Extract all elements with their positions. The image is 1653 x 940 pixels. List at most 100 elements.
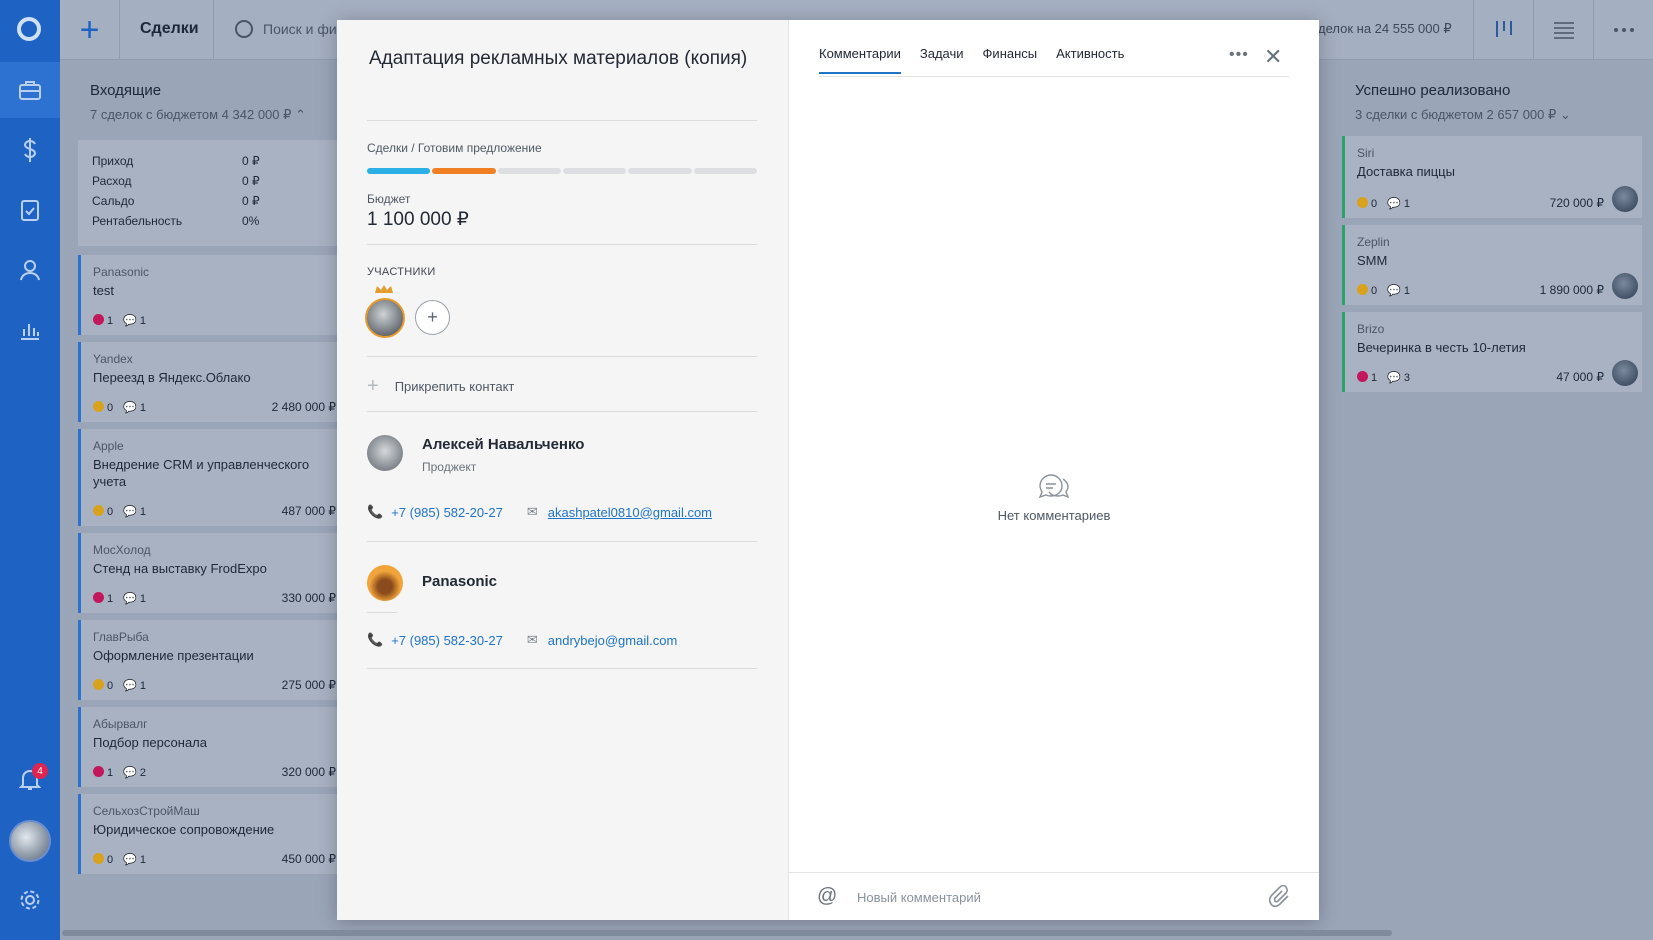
company-email[interactable]: andrybejo@gmail.com: [548, 633, 678, 648]
stage-segment[interactable]: [497, 168, 561, 174]
done-column-subtitle[interactable]: 3 сделки с бюджетом 2 657 000 ₽ ⌄: [1355, 107, 1571, 123]
card-meta: 0 💬 1: [93, 401, 146, 414]
add-participant-button[interactable]: +: [415, 300, 450, 335]
card-company: Абырвалг: [93, 717, 148, 731]
contact-phone[interactable]: +7 (985) 582-20-27: [391, 505, 503, 520]
deal-card[interactable]: ГлавРыба Оформление презентации 0 💬 1 275 00…: [78, 620, 340, 700]
empty-comments: Нет комментариев: [789, 472, 1319, 523]
list-view-icon[interactable]: [1533, 0, 1593, 60]
reports-nav-icon[interactable]: [0, 302, 60, 358]
close-icon[interactable]: ✕: [1264, 44, 1282, 70]
task-status-icon: [93, 505, 104, 516]
deals-nav-icon[interactable]: [0, 62, 60, 118]
card-meta: 0 💬 1: [1357, 284, 1410, 297]
comment-icon: 💬: [123, 506, 137, 518]
deal-card[interactable]: СельхозСтройМаш Юридическое сопровождение…: [78, 794, 340, 874]
comment-icon: 💬: [123, 402, 137, 414]
budget-label: Бюджет: [367, 192, 411, 206]
company-avatar[interactable]: [367, 565, 403, 601]
finance-summary: Приход 0 ₽ Расход 0 ₽ Сальдо 0 ₽ Рентабельн…: [78, 140, 340, 246]
deal-card[interactable]: Apple Внедрение CRM и управленческого уче…: [78, 429, 340, 526]
card-company: СельхозСтройМаш: [93, 804, 200, 818]
empty-comments-text: Нет комментариев: [997, 508, 1111, 523]
card-meta: 0 💬 1: [93, 505, 146, 518]
breadcrumb[interactable]: Сделки / Готовим предложение: [367, 141, 542, 155]
tabs: Комментарии Задачи Финансы Активность: [819, 46, 1124, 74]
card-tasks: 1: [93, 592, 113, 605]
contact-name[interactable]: Алексей Навальченко: [422, 436, 584, 453]
tab-finances[interactable]: Финансы: [983, 46, 1038, 74]
stage-segment[interactable]: [562, 168, 627, 174]
tab-activity[interactable]: Активность: [1056, 46, 1124, 74]
horizontal-scrollbar[interactable]: [62, 930, 1392, 936]
section-title: Сделки: [140, 20, 199, 37]
company-phone[interactable]: +7 (985) 582-30-27: [391, 633, 503, 648]
card-comments: 💬 2: [123, 767, 147, 779]
deal-details-panel: Адаптация рекламных материалов (копия) С…: [337, 20, 789, 920]
task-status-icon: [1357, 284, 1368, 295]
search-box[interactable]: Поиск и фи: [235, 20, 337, 38]
settings-gear-icon[interactable]: [0, 872, 60, 928]
comment-composer: @: [789, 872, 1319, 920]
contact-email[interactable]: akashpatel0810@gmail.com: [548, 505, 712, 520]
app-logo-icon[interactable]: [17, 17, 41, 41]
stage-segment[interactable]: [693, 168, 757, 174]
card-meta: 0 💬 1: [1357, 197, 1410, 210]
card-title: Оформление презентации: [93, 648, 254, 663]
stage-progress[interactable]: [367, 168, 757, 174]
card-amount: 1 890 000 ₽: [1539, 283, 1604, 297]
card-tasks: 1: [1357, 371, 1377, 384]
card-tasks: 0: [1357, 284, 1377, 297]
tab-tasks[interactable]: Задачи: [920, 46, 964, 74]
card-comments: 💬 1: [1387, 285, 1411, 297]
deal-card[interactable]: Siri Доставка пиццы 0 💬 1 720 000 ₽: [1342, 136, 1642, 218]
deal-card[interactable]: МосХолод Стенд на выставку FrodExpo 1 💬 1 33…: [78, 533, 340, 613]
deal-card[interactable]: Brizo Вечеринка в честь 10-летия 1 💬 3 47 00…: [1342, 312, 1642, 392]
tab-comments[interactable]: Комментарии: [819, 46, 901, 74]
notifications-bell-icon[interactable]: [0, 752, 60, 808]
deal-card[interactable]: Zeplin SMM 0 💬 1 1 890 000 ₽: [1342, 225, 1642, 305]
attachment-clip-icon[interactable]: [1269, 885, 1291, 909]
attach-contact-label: Прикрепить контакт: [394, 379, 515, 394]
more-icon[interactable]: •••: [1229, 46, 1249, 64]
deal-title[interactable]: Адаптация рекламных материалов (копия): [369, 46, 749, 72]
tasks-nav-icon[interactable]: [0, 182, 60, 238]
card-tasks: 1: [93, 314, 113, 327]
incoming-column-subtitle[interactable]: 7 сделок с бюджетом 4 342 000 ₽ ⌃: [90, 107, 306, 123]
card-tasks: 0: [93, 505, 113, 518]
comment-input[interactable]: [857, 885, 1237, 909]
card-tasks: 1: [93, 766, 113, 779]
kanban-view-icon[interactable]: [1473, 0, 1533, 60]
card-title: SMM: [1357, 253, 1388, 268]
stage-segment[interactable]: [432, 168, 496, 174]
create-plus-icon[interactable]: +: [60, 0, 120, 60]
deals-summary: делок на 24 555 000 ₽: [1318, 21, 1452, 36]
contact-avatar[interactable]: [367, 435, 403, 471]
stage-segment[interactable]: [628, 168, 692, 174]
profitability-label: Рентабельность: [92, 214, 183, 228]
card-meta: 0 💬 1: [93, 679, 146, 692]
user-avatar[interactable]: [9, 820, 51, 862]
deal-card[interactable]: Yandex Переезд в Яндекс.Облако 0 💬 1 2 480 0…: [78, 342, 340, 422]
attach-contact-button[interactable]: + Прикрепить контакт: [367, 375, 514, 398]
divider: [367, 120, 757, 121]
incoming-column-title: Входящие: [90, 82, 162, 99]
task-status-icon: [1357, 371, 1368, 382]
deal-card[interactable]: Panasonic test 1 💬 1: [78, 255, 340, 335]
task-status-icon: [1357, 197, 1368, 208]
divider: [367, 411, 757, 412]
company-name[interactable]: Panasonic: [422, 573, 497, 590]
mention-icon[interactable]: @: [817, 885, 837, 908]
card-title: Переезд в Яндекс.Облако: [93, 370, 251, 385]
stage-segment[interactable]: [367, 168, 431, 174]
card-company: ГлавРыба: [93, 630, 149, 644]
deal-card[interactable]: Абырвалг Подбор персонала 1 💬 2 320 000 ₽: [78, 707, 340, 787]
profitability-value: 0%: [242, 214, 260, 228]
card-title: Юридическое сопровождение: [93, 822, 275, 837]
contacts-nav-icon[interactable]: [0, 242, 60, 298]
budget-value[interactable]: 1 100 000 ₽: [367, 208, 469, 231]
participant-avatar[interactable]: [365, 298, 405, 338]
more-options-icon[interactable]: [1593, 0, 1653, 60]
comment-icon: 💬: [1387, 372, 1401, 384]
finance-nav-icon[interactable]: [0, 122, 60, 178]
